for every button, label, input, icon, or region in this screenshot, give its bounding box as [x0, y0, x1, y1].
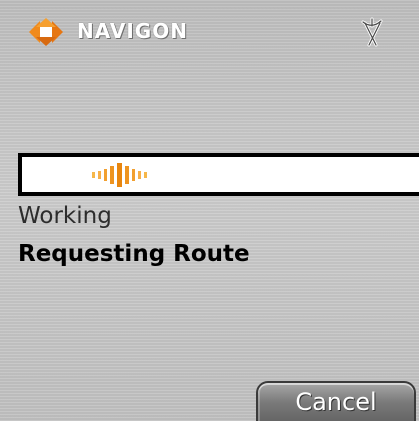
- progress-bar: [18, 153, 419, 196]
- brand-name: NAVIGON: [77, 19, 188, 43]
- status-message: Requesting Route: [18, 241, 250, 267]
- cancel-button-label: Cancel: [295, 388, 377, 416]
- satellite-icon: [361, 17, 383, 47]
- cancel-button[interactable]: Cancel: [256, 381, 416, 421]
- progress-indicator: [92, 163, 147, 187]
- navigation-screen: NAVIGON Working Requesting Route Cancel: [0, 0, 419, 421]
- status-heading: Working: [18, 203, 112, 229]
- navigon-logo-icon: [29, 18, 63, 46]
